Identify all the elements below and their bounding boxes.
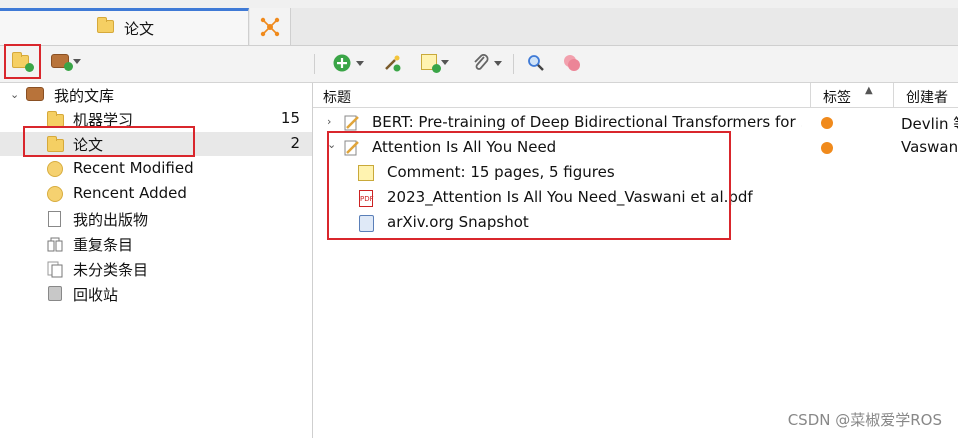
column-tags[interactable]: 标签 [823,87,851,107]
library-add-icon [51,54,73,71]
saved-search-recent-modified[interactable]: Recent Modified [0,157,312,181]
chevron-down-icon[interactable]: ⌄ [10,88,19,101]
locate-icon [564,55,580,71]
plus-circle-icon [333,54,351,72]
menu-bar [0,0,958,8]
collection-label: Recent Modified [73,159,194,177]
chevron-down-icon [441,59,449,65]
tab-label: 论文 [124,20,155,38]
advanced-search-button[interactable] [527,54,545,72]
item-creator: Vaswani [901,138,958,156]
locate-button[interactable] [562,53,582,73]
duplicate-items[interactable]: 重复条目 [0,232,312,256]
library-root[interactable]: ⌄ 我的文库 [0,83,312,107]
chevron-right-icon[interactable]: › [327,115,331,128]
my-publications[interactable]: 我的出版物 [0,207,312,231]
magnifier-icon [528,55,544,71]
folder-icon [97,17,114,33]
collection-label: 未分类条目 [73,261,149,279]
collection-label: 回收站 [73,286,119,304]
tab-connector[interactable] [250,8,291,45]
note-add-icon [421,54,441,73]
library-label: 我的文库 [54,87,115,105]
chevron-down-icon [73,58,81,64]
chevron-down-icon [494,60,502,66]
add-attachment-button[interactable] [472,53,502,73]
tag-dot [821,117,833,129]
highlight-box [4,44,41,79]
saved-search-recent-added[interactable]: Rencent Added [0,182,312,206]
new-library-button[interactable] [51,54,81,71]
column-header: 标题 标签 ▲ 创建者 [313,83,958,108]
chevron-down-icon [356,60,364,66]
unfiled-items[interactable]: 未分类条目 [0,257,312,281]
trash-icon [48,286,62,301]
library-icon [26,87,44,101]
new-item-button[interactable] [332,53,364,73]
toolbar-divider [513,54,514,74]
collection-label: Rencent Added [73,184,187,202]
column-divider[interactable] [810,83,811,107]
item-count: 15 [280,109,300,127]
column-title[interactable]: 标题 [323,87,351,107]
magic-wand-icon [385,55,401,72]
add-by-identifier-button[interactable] [382,53,402,73]
tag-dot [821,142,833,154]
unfiled-icon [47,261,63,282]
column-divider[interactable] [893,83,894,107]
sort-asc-icon: ▲ [865,85,873,96]
item-creator: Devlin 等 [901,115,958,133]
tab-papers[interactable]: 论文 [0,8,249,45]
collection-label: 我的出版物 [73,211,149,229]
highlight-box [327,131,731,240]
clock-icon [47,186,63,202]
item-title: BERT: Pre-training of Deep Bidirectional… [372,113,802,131]
collection-label: 重复条目 [73,236,134,254]
network-icon [260,17,280,37]
tab-bar: 论文 [0,8,958,46]
trash[interactable]: 回收站 [0,282,312,306]
paperclip-icon [474,54,489,70]
column-creator[interactable]: 创建者 [906,87,948,107]
new-note-button[interactable] [421,54,449,73]
watermark: CSDN @菜椒爱学ROS [787,411,942,429]
duplicate-icon [47,236,63,256]
item-count: 2 [290,134,300,152]
toolbar-divider [314,54,315,74]
clock-icon [47,161,63,177]
highlight-box [23,126,195,157]
document-icon [48,211,61,227]
toolbar [0,46,958,83]
